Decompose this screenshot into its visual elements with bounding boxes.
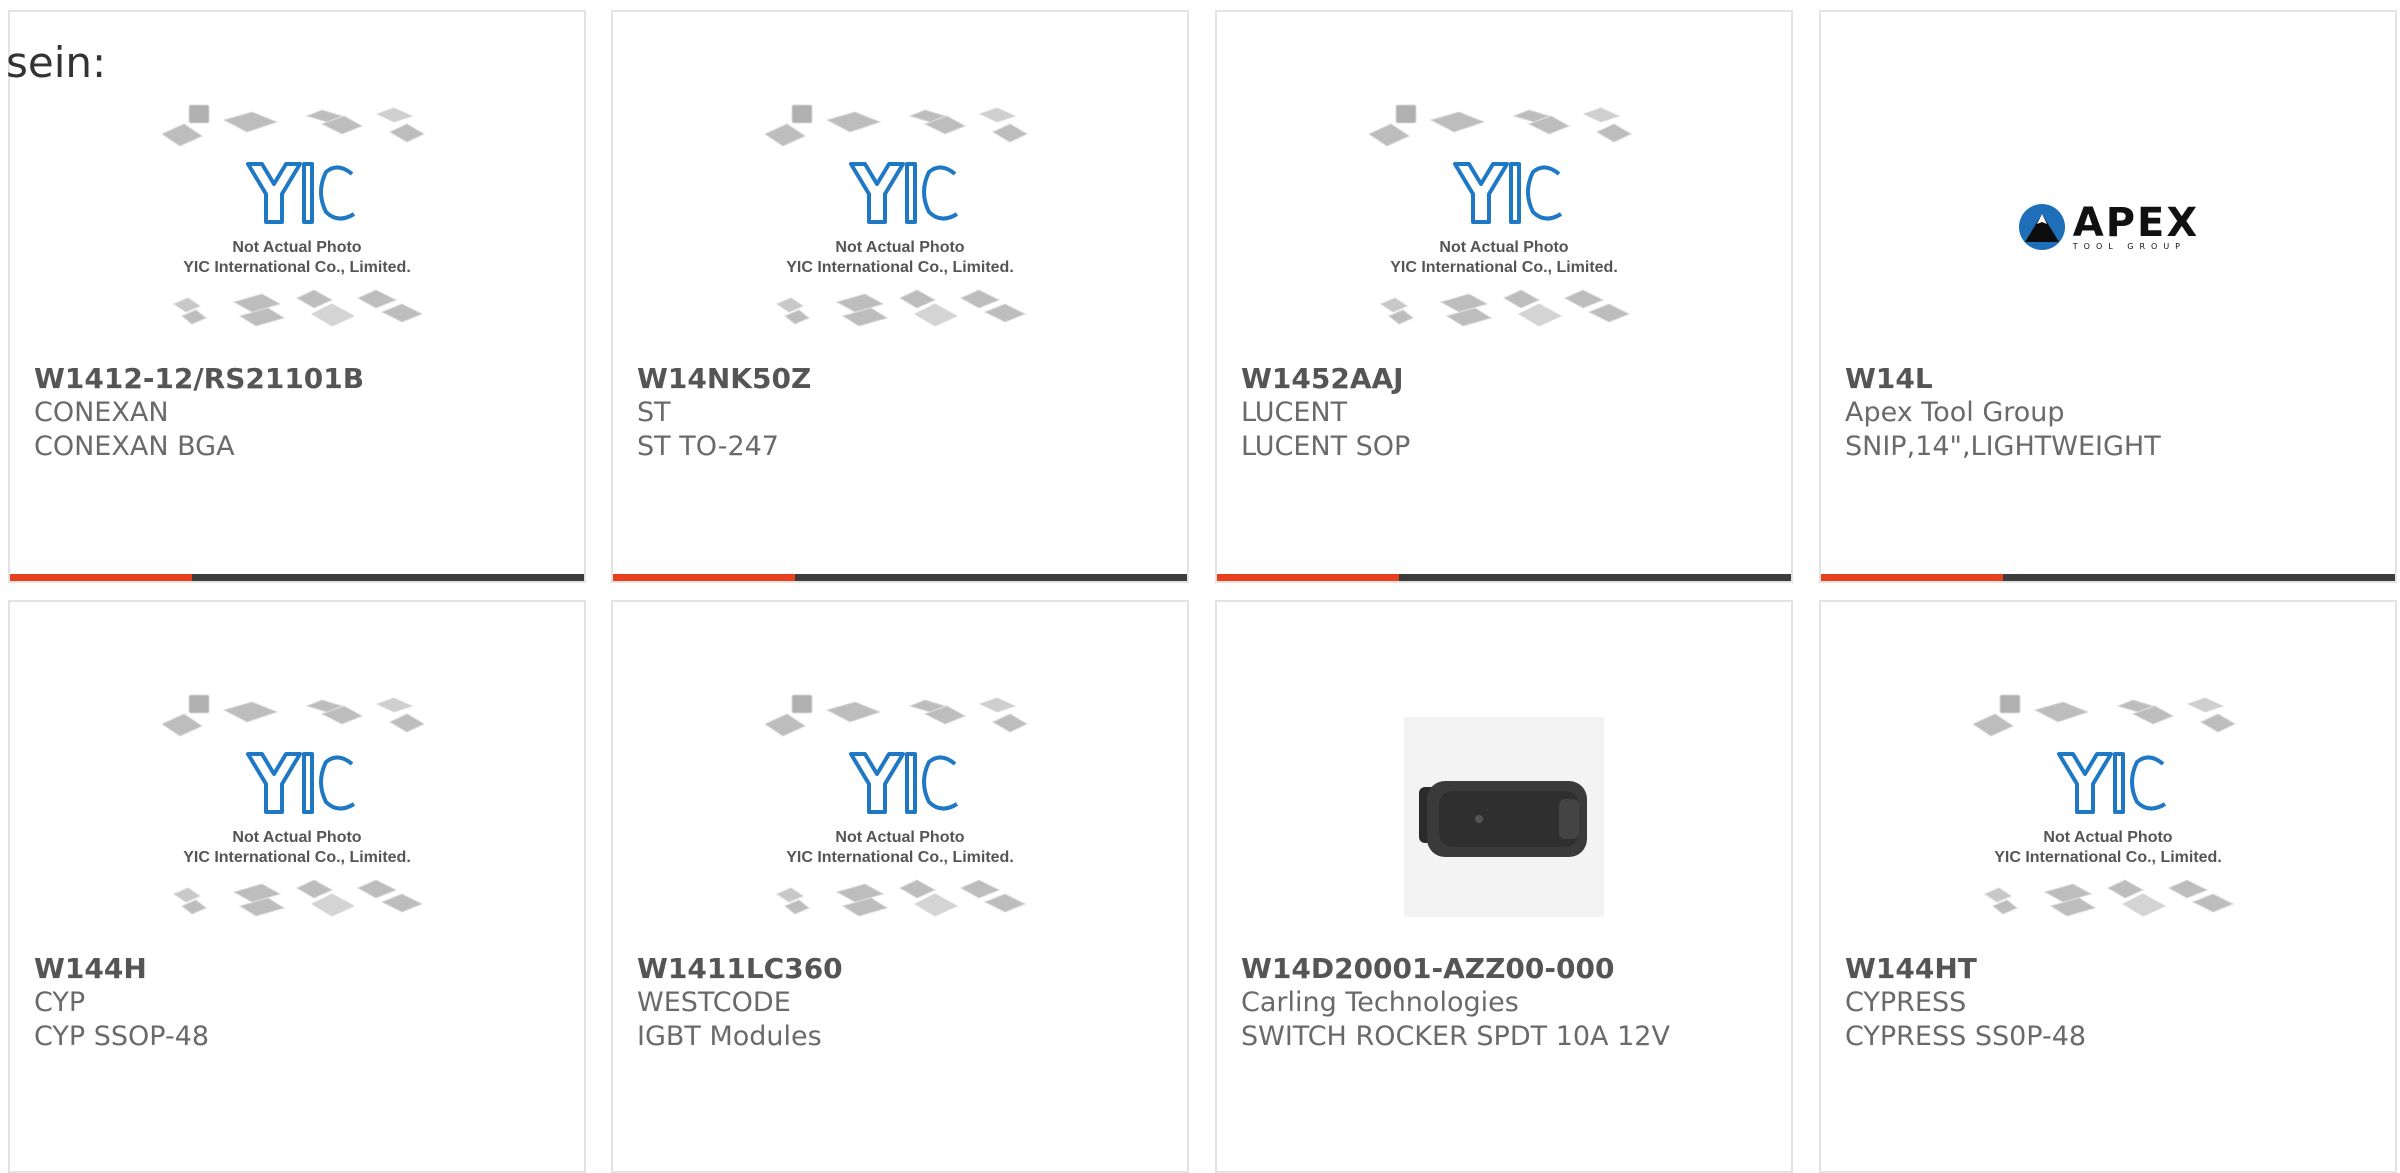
- placeholder-line1: Not Actual Photo: [1439, 239, 1568, 256]
- part-number-link[interactable]: W1412-12/RS21101B: [34, 362, 564, 396]
- accent-segment: [1821, 574, 2003, 581]
- card-accent-bar: [613, 574, 1187, 581]
- rocker-switch-icon: [1419, 781, 1587, 857]
- apex-tool-group-logo: APEX TOOL GROUP: [2017, 202, 2199, 252]
- placeholder-image: Not Actual Photo YIC International Co., …: [1973, 694, 2237, 917]
- manufacturer: CONEXAN: [34, 397, 169, 428]
- product-info: W14L Apex Tool Group SNIP,14",LIGHTWEIGHT: [1845, 362, 2375, 464]
- manufacturer: CYPRESS: [1845, 987, 1967, 1018]
- placeholder-line1: Not Actual Photo: [835, 829, 964, 846]
- placeholder-line2: YIC International Co., Limited.: [183, 259, 411, 276]
- apex-logo-main: APEX: [2072, 199, 2200, 246]
- intro-text: sein:: [6, 38, 107, 87]
- placeholder-image: Not Actual Photo YIC International Co., …: [765, 694, 1029, 917]
- manufacturer: Carling Technologies: [1241, 987, 1519, 1018]
- product-image[interactable]: Not Actual Photo YIC International Co., …: [1821, 692, 2395, 942]
- manufacturer: LUCENT: [1241, 397, 1348, 428]
- part-number-link[interactable]: W14NK50Z: [637, 362, 1167, 396]
- card-accent-bar: [1217, 574, 1791, 581]
- manufacturer: CYP: [34, 987, 86, 1018]
- manufacturer: WESTCODE: [637, 987, 791, 1018]
- description: CYPRESS SS0P-48: [1845, 1021, 2087, 1052]
- part-number-link[interactable]: W1411LC360: [637, 952, 1167, 986]
- placeholder-image: Not Actual Photo YIC International Co., …: [1369, 104, 1633, 327]
- product-image[interactable]: Not Actual Photo YIC International Co., …: [1217, 102, 1791, 352]
- description: CYP SSOP-48: [34, 1021, 210, 1052]
- product-info: W1411LC360 WESTCODE IGBT Modules: [637, 952, 1167, 1054]
- placeholder-line1: Not Actual Photo: [2043, 829, 2172, 846]
- product-info: W14NK50Z ST ST TO-247: [637, 362, 1167, 464]
- placeholder-image: Not Actual Photo YIC International Co., …: [162, 694, 426, 917]
- product-card[interactable]: Not Actual Photo YIC International Co., …: [611, 10, 1189, 583]
- product-image[interactable]: Not Actual Photo YIC International Co., …: [10, 102, 584, 352]
- placeholder-line2: YIC International Co., Limited.: [1994, 849, 2222, 866]
- product-image[interactable]: Not Actual Photo YIC International Co., …: [613, 102, 1187, 352]
- description: SWITCH ROCKER SPDT 10A 12V: [1241, 1021, 1670, 1052]
- placeholder-line1: Not Actual Photo: [232, 239, 361, 256]
- product-card[interactable]: Not Actual Photo YIC International Co., …: [1819, 600, 2397, 1173]
- product-info: W144HT CYPRESS CYPRESS SS0P-48: [1845, 952, 2375, 1054]
- part-number-link[interactable]: W144HT: [1845, 952, 2375, 986]
- description: SNIP,14",LIGHTWEIGHT: [1845, 431, 2161, 462]
- accent-segment: [613, 574, 795, 581]
- part-number-link[interactable]: W144H: [34, 952, 564, 986]
- product-image[interactable]: [1217, 692, 1791, 942]
- card-accent-bar: [10, 574, 584, 581]
- product-card[interactable]: Not Actual Photo YIC International Co., …: [611, 600, 1189, 1173]
- placeholder-line1: Not Actual Photo: [232, 829, 361, 846]
- part-number-link[interactable]: W14L: [1845, 362, 2375, 396]
- accent-segment: [1217, 574, 1399, 581]
- accent-segment: [10, 574, 192, 581]
- card-accent-bar: [1821, 574, 2395, 581]
- placeholder-line1: Not Actual Photo: [835, 239, 964, 256]
- dark-segment: [1399, 574, 1791, 581]
- description: ST TO-247: [637, 431, 779, 462]
- description: CONEXAN BGA: [34, 431, 235, 462]
- dark-segment: [2003, 574, 2395, 581]
- placeholder-image: Not Actual Photo YIC International Co., …: [162, 104, 426, 327]
- product-info: W1452AAJ LUCENT LUCENT SOP: [1241, 362, 1771, 464]
- product-info: W14D20001-AZZ00-000 Carling Technologies S…: [1241, 952, 1771, 1054]
- manufacturer: ST: [637, 397, 671, 428]
- product-image[interactable]: Not Actual Photo YIC International Co., …: [613, 692, 1187, 942]
- dark-segment: [795, 574, 1187, 581]
- dark-segment: [192, 574, 584, 581]
- rocker-switch-photo: [1404, 717, 1604, 917]
- product-card[interactable]: Not Actual Photo YIC International Co., …: [8, 10, 586, 583]
- product-info: W144H CYP CYP SSOP-48: [34, 952, 564, 1054]
- part-number-link[interactable]: W14D20001-AZZ00-000: [1241, 952, 1771, 986]
- placeholder-line2: YIC International Co., Limited.: [786, 259, 1014, 276]
- placeholder-image: Not Actual Photo YIC International Co., …: [765, 104, 1029, 327]
- description: IGBT Modules: [637, 1021, 822, 1052]
- apex-mountain-icon: [2018, 204, 2065, 250]
- placeholder-line2: YIC International Co., Limited.: [786, 849, 1014, 866]
- product-info: W1412-12/RS21101B CONEXAN CONEXAN BGA: [34, 362, 564, 464]
- description: LUCENT SOP: [1241, 431, 1411, 462]
- product-card[interactable]: Not Actual Photo YIC International Co., …: [8, 600, 586, 1173]
- product-image[interactable]: Not Actual Photo YIC International Co., …: [10, 692, 584, 942]
- placeholder-line2: YIC International Co., Limited.: [1390, 259, 1618, 276]
- product-image[interactable]: APEX TOOL GROUP: [1821, 102, 2395, 352]
- product-card[interactable]: APEX TOOL GROUP W14L Apex Tool Group SNIP,…: [1819, 10, 2397, 583]
- manufacturer: Apex Tool Group: [1845, 397, 2065, 428]
- part-number-link[interactable]: W1452AAJ: [1241, 362, 1771, 396]
- product-card[interactable]: W14D20001-AZZ00-000 Carling Technologies S…: [1215, 600, 1793, 1173]
- apex-logo-sub: TOOL GROUP: [2072, 241, 2186, 251]
- product-card[interactable]: Not Actual Photo YIC International Co., …: [1215, 10, 1793, 583]
- placeholder-line2: YIC International Co., Limited.: [183, 849, 411, 866]
